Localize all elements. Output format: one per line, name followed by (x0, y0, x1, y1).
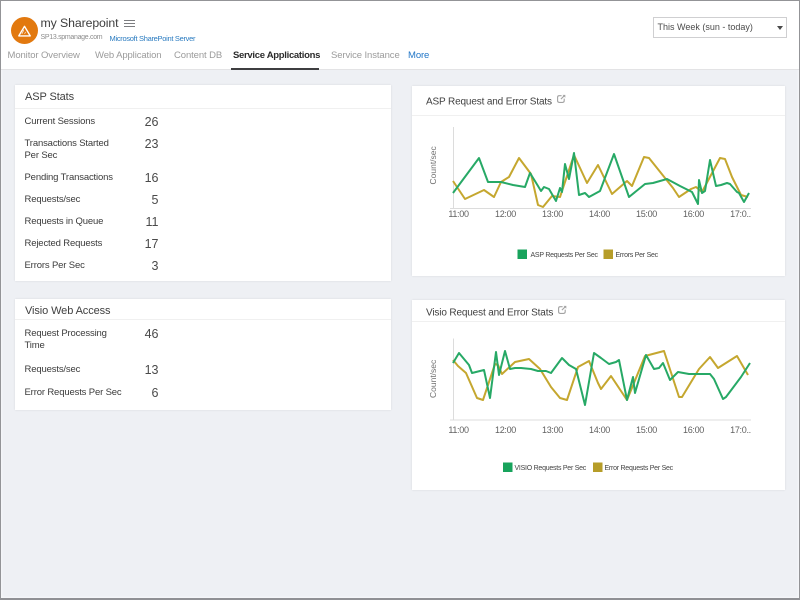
svg-text:16:00: 16:00 (683, 425, 704, 435)
svg-text:14:00: 14:00 (589, 425, 610, 435)
svg-text:11:00: 11:00 (448, 209, 469, 219)
svg-text:VISIO Requests Per Sec: VISIO Requests Per Sec (515, 465, 587, 472)
svg-text:12:00: 12:00 (495, 425, 516, 435)
svg-text:12:00: 12:00 (495, 209, 516, 219)
svg-text:16:00: 16:00 (683, 209, 704, 219)
svg-text:15:00: 15:00 (636, 425, 657, 435)
svg-text:Count/sec: Count/sec (428, 145, 438, 184)
svg-text:17:0..: 17:0.. (730, 425, 751, 435)
svg-text:17:0..: 17:0.. (730, 209, 751, 219)
svg-text:13:00: 13:00 (542, 209, 563, 219)
svg-text:14:00: 14:00 (589, 209, 610, 219)
svg-text:Errors Per Sec: Errors Per Sec (616, 252, 659, 259)
svg-text:ASP Requests Per Sec: ASP Requests Per Sec (531, 252, 599, 259)
svg-text:Count/sec: Count/sec (428, 359, 438, 398)
svg-text:11:00: 11:00 (448, 425, 469, 435)
svg-text:13:00: 13:00 (542, 425, 563, 435)
svg-text:15:00: 15:00 (636, 209, 657, 219)
svg-text:Error Requests Per Sec: Error Requests Per Sec (605, 465, 674, 472)
